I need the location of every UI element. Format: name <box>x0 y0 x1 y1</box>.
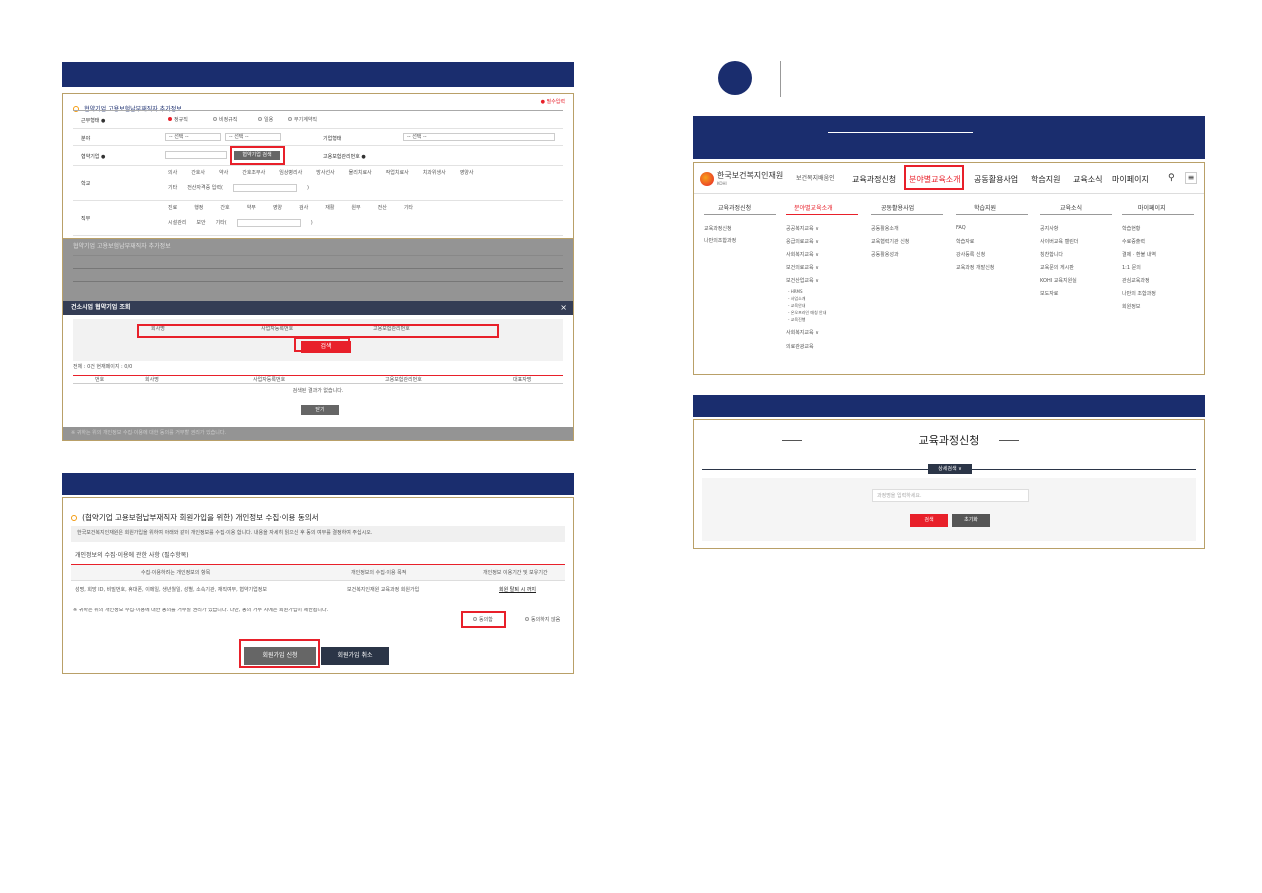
search-icon[interactable]: ⚲ <box>1168 173 1175 183</box>
row-label: 협약기업 ● <box>81 154 106 160</box>
left-header-bar-1 <box>62 62 574 87</box>
disagree-radio[interactable]: 동의하지 않음 <box>525 617 560 623</box>
company-type-select[interactable]: -- 선택 -- <box>403 133 555 141</box>
row-school: 학교 의사 간호사 약사 간호조무사 임상병리사 방사선사 물리치료사 작업치료사 치과위생사 영… <box>73 166 563 201</box>
row-label: 분야 <box>81 136 91 142</box>
modal-title: 건소시업 협약기업 조회 <box>71 304 131 311</box>
modal-titlebar: 건소시업 협약기업 조회 × <box>63 301 573 315</box>
join-cancel-button[interactable]: 회원가입 취소 <box>321 647 389 665</box>
logo-text: 한국보건복지인재원 <box>717 171 784 180</box>
row-label: 기업형태 <box>323 136 342 142</box>
highlight-search-fields <box>137 324 499 338</box>
dimmed-background: 협약기업 고용보험납부재직자 추가정보 <box>63 239 573 301</box>
radio-option[interactable]: 정규직 <box>168 117 188 123</box>
menu-news[interactable]: 교육소식 <box>1073 174 1102 185</box>
detail-search-button[interactable]: 상세검색 ∨ <box>928 464 972 474</box>
menu-mypage[interactable]: 마이페이지 <box>1112 174 1149 185</box>
course-search-panel: 교육과정신청 상세검색 ∨ 과정명을 입력하세요. 검색 초기화 <box>693 419 1205 549</box>
logo-sub: KOHI <box>717 181 727 186</box>
radio-option[interactable]: 일용 <box>258 117 273 123</box>
left-header-bar-2 <box>62 473 574 495</box>
school-options-line1: 의사 간호사 약사 간호조무사 임상병리사 방사선사 물리치료사 작업치료사 치과위생사 영양사 <box>168 170 474 176</box>
highlight-agree <box>461 611 506 628</box>
logo[interactable]: 한국보건복지인재원 KOHI 보건복지배움인 <box>700 169 845 189</box>
job-options-line1: 진료 행정 간호 약무 영양 검사 재활 원무 전산 기타 <box>168 205 414 211</box>
highlight-search-button <box>294 337 350 352</box>
circle-bullet-icon <box>71 514 77 521</box>
member-form-panel: 협약기업 고용보험납부재직자 추가정보 ● 필수입력 근무형태 ● 정규직 비정… <box>62 93 574 441</box>
hamburger-menu-icon[interactable]: ≡ <box>1185 172 1197 184</box>
row-field: 분야 -- 선택 -- -- 선택 -- 기업형태 -- 선택 -- <box>73 129 563 146</box>
slogan: 보건복지배움인 <box>796 175 835 182</box>
bg-rows <box>73 255 563 295</box>
right-header-bar-2 <box>693 395 1205 417</box>
result-header: 번호 회사명 사업자등록번호 고용보험관리번호 대표자명 <box>73 375 563 384</box>
consent-table: 수집·이용하려는 개인정보의 항목 개인정보의 수집·이용 목적 개인정보 이용… <box>71 564 565 606</box>
title-dash-right <box>999 440 1019 441</box>
consent-title: (협약기업 고용보험납부재직자 회원가입을 위한) 개인정보 수집·이용 동의서 <box>82 513 319 522</box>
radio-option[interactable]: 비정규직 <box>213 117 237 123</box>
company-input[interactable] <box>165 151 227 159</box>
step-divider <box>780 61 781 97</box>
bg-title: 협약기업 고용보험납부재직자 추가정보 <box>73 243 171 250</box>
highlight-field-menu <box>904 165 964 190</box>
consent-title-row: (협약기업 고용보험납부재직자 회원가입을 위한) 개인정보 수집·이용 동의서 <box>71 507 319 526</box>
course-search-input[interactable]: 과정명을 입력하세요. <box>872 489 1029 502</box>
job-options-line2: 시설관리 보안 기타( ) <box>168 219 313 227</box>
form-table: 근무형태 ● 정규직 비정규직 일용 무기계약직 분야 -- 선택 -- -- … <box>73 110 563 236</box>
step-circle <box>718 61 752 95</box>
search-box-area: 과정명을 입력하세요. 검색 초기화 <box>702 478 1196 541</box>
row-label: 직무 <box>81 216 91 222</box>
radio-option[interactable]: 무기계약직 <box>288 117 317 123</box>
row-label: 학교 <box>81 181 91 187</box>
menu-course-apply[interactable]: 교육과정신청 <box>852 174 896 185</box>
consent-intro: 한국보건복지인재원은 회원가입을 위하여 아래와 같이 개인정보를 수집·이용 … <box>71 526 565 542</box>
consent-panel: (협약기업 고용보험납부재직자 회원가입을 위한) 개인정보 수집·이용 동의서… <box>62 497 574 674</box>
header-underline <box>828 132 973 133</box>
modal-close-button[interactable]: 닫기 <box>301 405 339 415</box>
form-title-row: 협약기업 고용보험납부재직자 추가정보 <box>73 98 563 113</box>
modal-footer: ※ 귀하는 위의 개인정보 수집·이용에 대한 동의를 거부할 권리가 있습니다… <box>63 427 573 440</box>
row-worktype: 근무형태 ● 정규직 비정규직 일용 무기계약직 <box>73 111 563 129</box>
row-label: 고용보험관리번호 ● <box>323 154 366 160</box>
row-label: 근무형태 ● <box>81 118 106 124</box>
row-job: 직무 진료 행정 간호 약무 영양 검사 재활 원무 전산 기타 시설관리 보안 기타( ) <box>73 201 563 236</box>
empty-text: 검색된 결과가 없습니다. <box>292 388 344 394</box>
right-header-bar-1 <box>693 116 1205 159</box>
kohi-logo-icon <box>700 172 714 186</box>
course-search-button[interactable]: 검색 <box>910 514 948 527</box>
site-menu-panel: 한국보건복지인재원 KOHI 보건복지배움인 교육과정신청 분야별교육소개 공동… <box>693 162 1205 375</box>
field-detail-select[interactable]: -- 선택 -- <box>225 133 281 141</box>
modal-screenshot: 협약기업 고용보험납부재직자 추가정보 건소시업 협약기업 조회 × 회사명 사… <box>63 239 573 440</box>
result-count: 전체 : 0건 현재페이지 : 0/0 <box>73 364 133 370</box>
menu-learning[interactable]: 학습지원 <box>1031 174 1060 185</box>
required-note: ● 필수입력 <box>540 99 565 105</box>
consent-notice: ※ 귀하는 위의 개인정보 수집·이용에 대한 동의를 거부할 권리가 있습니다… <box>73 608 329 613</box>
menu-shared[interactable]: 공동활용사업 <box>974 174 1018 185</box>
menu-divider <box>694 193 1204 194</box>
consent-section: 개인정보의 수집·이용에 관한 사항 (필수항목) <box>75 552 189 559</box>
reset-button[interactable]: 초기화 <box>952 514 990 527</box>
school-options-line2: 기타 전산자격증 입력( ) <box>168 184 309 192</box>
highlight-join <box>239 639 320 668</box>
close-icon[interactable]: × <box>560 303 567 312</box>
course-search-title: 교육과정신청 <box>918 434 980 447</box>
highlight-company-search <box>230 146 285 165</box>
row-company: 협약기업 ● 협약기업 검색 고용보험관리번호 ● <box>73 146 563 166</box>
field-select[interactable]: -- 선택 -- <box>165 133 221 141</box>
